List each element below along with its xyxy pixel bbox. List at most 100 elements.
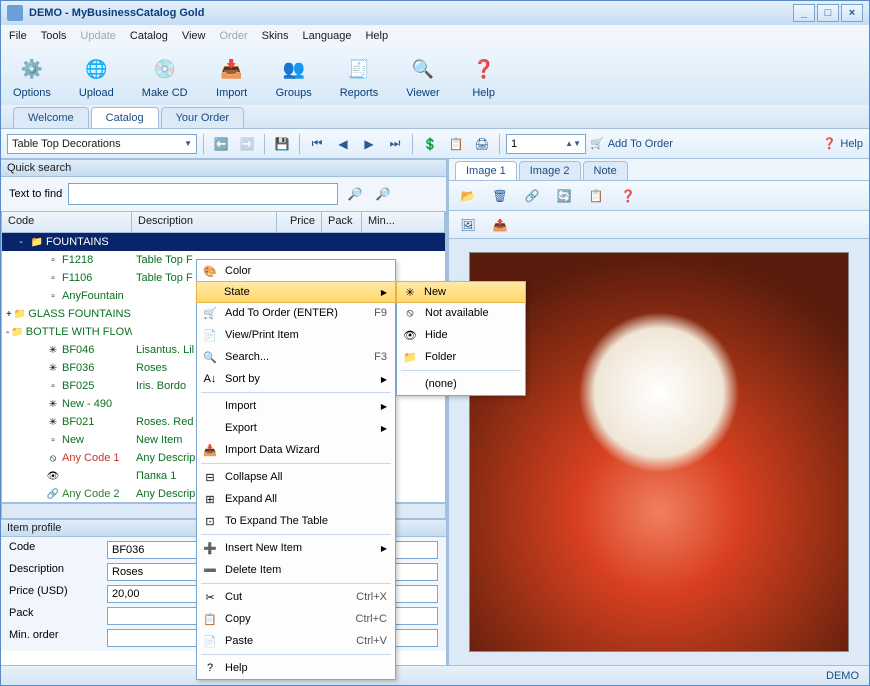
menu-file[interactable]: File (9, 30, 27, 42)
menu-item[interactable]: ⊟Collapse All (197, 466, 395, 488)
menu-item[interactable]: ?Help (197, 657, 395, 679)
print-button[interactable]: 🖨 (471, 133, 493, 155)
img-refresh-button[interactable]: 🔄 (553, 185, 575, 207)
tree-row[interactable]: -📁FOUNTAINS (2, 233, 445, 251)
expand-icon[interactable] (30, 397, 44, 411)
expand-icon[interactable] (30, 451, 44, 465)
col-min[interactable]: Min... (362, 212, 445, 232)
col-description[interactable]: Description (132, 212, 277, 232)
search-button[interactable]: 🔎 (344, 183, 366, 205)
menu-item-label: New (424, 286, 446, 298)
group-combo[interactable]: Table Top Decorations▼ (7, 134, 197, 154)
expand-icon[interactable] (30, 289, 44, 303)
titlebar: DEMO - MyBusinessCatalog Gold _ □ × (1, 1, 869, 25)
close-button[interactable]: × (841, 4, 863, 22)
expand-icon[interactable] (30, 433, 44, 447)
expand-icon[interactable]: - (6, 325, 9, 339)
menu-language[interactable]: Language (303, 30, 352, 42)
menu-tools[interactable]: Tools (41, 30, 67, 42)
tab-image2[interactable]: Image 2 (519, 161, 581, 180)
menu-item[interactable]: 📋CopyCtrl+C (197, 608, 395, 630)
menu-item[interactable]: ➖Delete Item (197, 559, 395, 581)
menu-item[interactable]: ✳New (396, 281, 526, 303)
search-input[interactable] (68, 183, 338, 205)
expand-icon[interactable]: + (6, 307, 12, 321)
menu-item[interactable]: ➕Insert New Item▶ (197, 537, 395, 559)
nav-fwd-button[interactable]: ➡️ (236, 133, 258, 155)
menu-item[interactable]: 👁Hide (397, 324, 525, 346)
money-button[interactable]: 💲 (419, 133, 441, 155)
menu-item[interactable]: Export▶ (197, 417, 395, 439)
rec-last-button[interactable]: ⏭ (384, 133, 406, 155)
expand-icon[interactable] (30, 379, 44, 393)
search-next-button[interactable]: 🔎 (372, 183, 394, 205)
tb-makecd[interactable]: 💿Make CD (142, 53, 188, 99)
nav-back-button[interactable]: ⬅️ (210, 133, 232, 155)
rec-first-button[interactable]: ⏮ (306, 133, 328, 155)
tb-upload[interactable]: 🌐Upload (79, 53, 114, 99)
context-submenu-state[interactable]: ✳New⦸Not available👁Hide📁Folder (none) (396, 281, 526, 396)
menu-skins[interactable]: Skins (262, 30, 289, 42)
tb-groups[interactable]: 👥Groups (276, 53, 312, 99)
col-price[interactable]: Price (277, 212, 322, 232)
tab-yourorder[interactable]: Your Order (161, 107, 244, 128)
menu-item[interactable]: 🎨Color (197, 260, 395, 282)
menu-item[interactable]: 🔍Search...F3 (197, 346, 395, 368)
menu-item[interactable]: State▶ (196, 281, 396, 303)
minimize-button[interactable]: _ (793, 4, 815, 22)
menu-item[interactable]: ⊡To Expand The Table (197, 510, 395, 532)
copy-button[interactable]: 📋 (445, 133, 467, 155)
menu-item[interactable]: Import▶ (197, 395, 395, 417)
menu-item[interactable]: ⦸Not available (397, 302, 525, 324)
tb-viewer[interactable]: 🔍Viewer (406, 53, 439, 99)
maximize-button[interactable]: □ (817, 4, 839, 22)
menu-item-label: Not available (425, 307, 489, 319)
expand-icon[interactable] (30, 487, 44, 501)
tb-help[interactable]: ❓Help (468, 53, 500, 99)
tab-catalog[interactable]: Catalog (91, 107, 159, 128)
rec-prev-button[interactable]: ◀ (332, 133, 354, 155)
tb-import[interactable]: 📥Import (216, 53, 248, 99)
menu-item[interactable]: A↓Sort by▶ (197, 368, 395, 390)
menu-help[interactable]: Help (365, 30, 388, 42)
menu-item[interactable]: ⊞Expand All (197, 488, 395, 510)
menu-item[interactable]: ✂CutCtrl+X (197, 586, 395, 608)
rec-next-button[interactable]: ▶ (358, 133, 380, 155)
expand-icon[interactable] (30, 361, 44, 375)
tab-welcome[interactable]: Welcome (13, 107, 89, 128)
img-help-button[interactable]: ❓ (617, 185, 639, 207)
expand-icon[interactable] (30, 343, 44, 357)
thumb-grid-button[interactable]: 🖼 (457, 214, 479, 236)
add-to-order-button[interactable]: 🛒Add To Order (590, 137, 673, 150)
img-copy-button[interactable]: 📋 (585, 185, 607, 207)
img-delete-button[interactable]: 🗑 (489, 185, 511, 207)
menu-update[interactable]: Update (80, 30, 115, 42)
expand-icon[interactable]: - (14, 235, 28, 249)
tab-image1[interactable]: Image 1 (455, 161, 517, 180)
context-menu[interactable]: 🎨ColorState▶🛒Add To Order (ENTER)F9📄View… (196, 259, 396, 680)
menu-item[interactable]: 📥Import Data Wizard (197, 439, 395, 461)
tb-options[interactable]: ⚙️Options (13, 53, 51, 99)
menu-view[interactable]: View (182, 30, 206, 42)
menu-item[interactable]: 📁Folder (397, 346, 525, 368)
expand-icon[interactable] (30, 271, 44, 285)
save-button[interactable]: 💾 (271, 133, 293, 155)
menu-item[interactable]: (none) (397, 373, 525, 395)
menu-catalog[interactable]: Catalog (130, 30, 168, 42)
tb-reports[interactable]: 🧾Reports (340, 53, 379, 99)
help-link[interactable]: ❓Help (823, 137, 863, 150)
menu-item[interactable]: 📄View/Print Item (197, 324, 395, 346)
menu-order[interactable]: Order (219, 30, 247, 42)
qty-field[interactable]: 1▲▼ (506, 134, 586, 154)
menu-item[interactable]: 📄PasteCtrl+V (197, 630, 395, 652)
tab-note[interactable]: Note (583, 161, 628, 180)
expand-icon[interactable] (30, 469, 44, 483)
thumb-export-button[interactable]: 📤 (489, 214, 511, 236)
col-code[interactable]: Code (2, 212, 132, 232)
col-pack[interactable]: Pack (322, 212, 362, 232)
menu-item[interactable]: 🛒Add To Order (ENTER)F9 (197, 302, 395, 324)
expand-icon[interactable] (30, 253, 44, 267)
img-open-button[interactable]: 📂 (457, 185, 479, 207)
img-link-button[interactable]: 🔗 (521, 185, 543, 207)
expand-icon[interactable] (30, 415, 44, 429)
